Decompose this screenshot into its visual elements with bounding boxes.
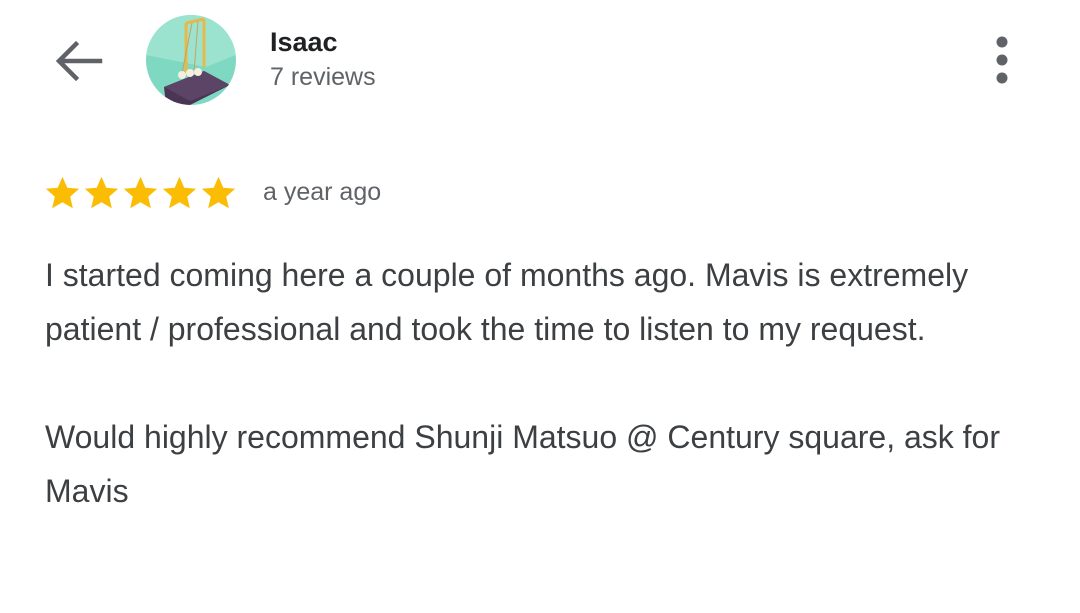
more-options-button[interactable] [980,30,1024,90]
star-icon [201,176,236,208]
review-header: Isaac 7 reviews [0,0,1080,130]
newtons-cradle-avatar [146,15,236,105]
review-text: I started coming here a couple of months… [45,248,1045,518]
star-icon [45,176,80,208]
reviewer-name[interactable]: Isaac [270,26,338,58]
star-icon [84,176,119,208]
star-rating [44,174,239,211]
star-icon [162,176,197,208]
review-paragraph: I started coming here a couple of months… [45,257,969,347]
rating-row: a year ago [44,172,381,212]
star-icon [123,176,158,208]
avatar[interactable] [146,15,236,105]
review-time: a year ago [263,178,382,206]
more-vertical-icon [996,36,1008,84]
review-paragraph: Would highly recommend Shunji Matsuo @ C… [45,419,1000,509]
reviewer-review-count[interactable]: 7 reviews [270,62,376,92]
arrow-back-icon [55,40,103,82]
back-button[interactable] [48,34,108,88]
